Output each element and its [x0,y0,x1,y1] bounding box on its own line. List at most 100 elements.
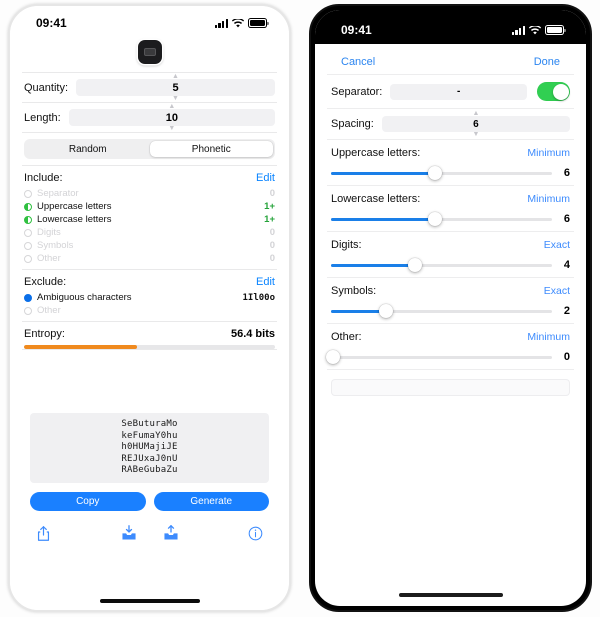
import-tray-down-icon[interactable] [121,525,137,541]
exclude-header: Exclude: Edit [22,269,277,291]
slider-label: Uppercase letters: [331,147,421,159]
include-edit-button[interactable]: Edit [256,172,275,184]
slider-track[interactable] [331,212,552,226]
export-tray-up-icon[interactable] [163,525,179,541]
right-screen: 09:41 Cancel Done Separator: - Spacing: … [315,10,586,606]
segment-random[interactable]: Random [26,141,150,157]
other-characters-input[interactable] [331,379,570,396]
chevron-down-icon[interactable]: ▼ [472,131,479,138]
home-indicator [99,599,200,603]
left-screen: 09:41 Quantity: ▲ 5 ▼ Length: ▲ 10 ▼ Ran… [10,6,289,610]
segment-phonetic[interactable]: Phonetic [149,141,273,157]
wifi-icon [232,18,244,28]
spacing-stepper[interactable]: ▲ 6 ▼ [381,110,570,138]
modal-navbar: Cancel Done [327,44,574,74]
exclude-item-other[interactable]: Other [22,304,277,317]
include-title: Include: [24,172,63,184]
cellular-bars-icon [214,18,228,28]
quantity-label: Quantity: [24,81,69,94]
entropy-value: 56.4 bits [230,328,275,340]
length-stepper[interactable]: ▲ 10 ▼ [68,103,275,132]
password-line: SeButuraMo [121,419,178,429]
slider-knob[interactable] [427,212,442,226]
spacing-value: 6 [473,118,479,130]
separator-input[interactable]: - [390,83,527,100]
separator-toggle[interactable] [537,82,570,101]
status-dot-icon [24,189,32,198]
length-value: 10 [165,111,178,124]
slider-track[interactable] [331,258,552,272]
mode-segmented-row: Random Phonetic [22,132,277,165]
slider-value: 2 [563,305,570,317]
phone-right: 09:41 Cancel Done Separator: - Spacing: … [309,4,592,612]
copy-button[interactable]: Copy [30,491,146,511]
quantity-stepper[interactable]: ▲ 5 ▼ [76,73,275,102]
slider-knob[interactable] [427,166,442,180]
exclude-edit-button[interactable]: Edit [256,276,275,288]
slider-lowercase: Lowercase letters: Minimum 6 [327,185,574,231]
slider-fill [331,171,435,175]
spacing-row: Spacing: ▲ 6 ▼ [327,108,574,139]
separator-row: Separator: - [327,74,574,108]
slider-value: 6 [563,167,570,179]
status-time: 09:41 [341,23,372,37]
info-icon[interactable] [248,526,263,541]
chevron-up-icon[interactable]: ▲ [472,110,479,117]
slider-track[interactable] [331,166,552,180]
chevron-down-icon[interactable]: ▼ [168,125,175,132]
include-item-other[interactable]: Other 0 [22,252,277,265]
include-item-separator[interactable]: Separator 0 [22,187,277,200]
slider-label: Other: [331,331,362,343]
slider-mode-button[interactable]: Exact [544,239,570,251]
done-button[interactable]: Done [534,56,560,68]
app-icon [137,40,162,64]
slider-other: Other: Minimum 0 [326,323,574,370]
battery-icon [248,18,269,28]
exclude-item-ambiguous[interactable]: Ambiguous characters 1Il00o [22,291,277,304]
slider-mode-button[interactable]: Minimum [527,147,570,159]
slider-label: Digits: [331,239,362,251]
slider-track[interactable] [326,350,552,364]
spacing-label: Spacing: [331,118,374,130]
slider-label: Symbols: [331,285,377,297]
left-status-bar: 09:41 [10,6,289,36]
chevron-up-icon[interactable]: ▲ [172,73,179,80]
separator-label: Separator: [331,85,383,98]
screenshot-stage: 09:41 Quantity: ▲ 5 ▼ Length: ▲ 10 ▼ Ran… [0,0,600,617]
slider-track[interactable] [331,304,552,318]
slider-uppercase: Uppercase letters: Minimum 6 [327,139,574,185]
slider-value: 4 [563,259,570,271]
length-row: Length: ▲ 10 ▼ [22,102,277,132]
slider-label: Lowercase letters: [331,193,421,205]
entropy-section: Entropy: 56.4 bits [22,321,277,349]
status-dot-icon [24,202,32,211]
include-item-digits[interactable]: Digits 0 [22,226,277,239]
slider-value: 6 [563,213,570,225]
password-line: REJUxaJ0nU [121,453,178,464]
slider-knob[interactable] [379,304,394,318]
include-item-symbols[interactable]: Symbols 0 [22,239,277,252]
slider-mode-button[interactable]: Minimum [527,331,570,343]
include-item-uppercase[interactable]: Uppercase letters 1+ [22,200,277,213]
bottom-toolbar [22,511,277,542]
password-line: h0HUMajiJE [121,442,178,452]
share-icon[interactable] [36,525,51,542]
toggle-knob [552,83,569,100]
wifi-icon [529,25,541,35]
slider-mode-button[interactable]: Minimum [527,193,570,205]
status-dot-icon [24,228,32,237]
mode-segmented-control[interactable]: Random Phonetic [24,139,275,159]
generate-button[interactable]: Generate [153,491,269,511]
chevron-up-icon[interactable]: ▲ [168,103,175,110]
password-line: keFumaY0hu [121,430,178,441]
slider-knob[interactable] [407,258,422,272]
include-item-lowercase[interactable]: Lowercase letters 1+ [22,213,277,226]
password-output[interactable]: SeButuraMo keFumaY0hu h0HUMajiJE REJUxaJ… [30,413,269,483]
slider-mode-button[interactable]: Exact [544,285,570,297]
chevron-down-icon[interactable]: ▼ [172,95,179,102]
length-label: Length: [24,111,61,124]
slider-knob[interactable] [326,350,341,364]
status-dot-icon [24,241,32,250]
slider-symbols: Symbols: Exact 2 [327,277,574,323]
cancel-button[interactable]: Cancel [341,56,375,68]
